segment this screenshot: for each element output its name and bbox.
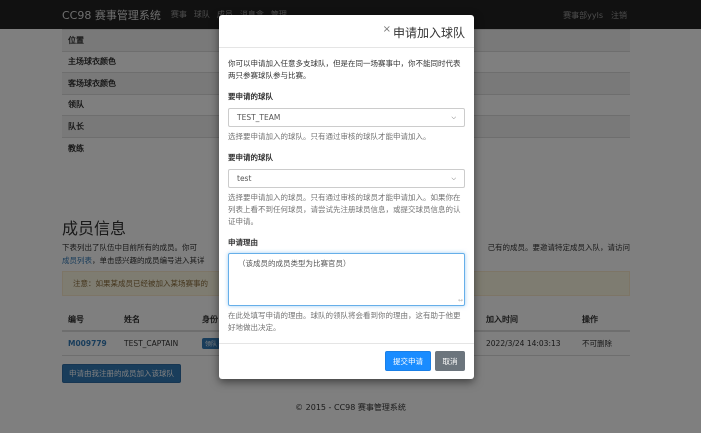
- reason-help: 在此处填写申请的理由。球队的领队将会看到你的理由，这有助于他更好地做出决定。: [228, 311, 461, 332]
- team-select-label: 要申请的球队: [228, 92, 273, 101]
- chevron-down-icon: ⌵: [451, 113, 456, 121]
- modal-title-wrap: × 申请加入球队: [383, 24, 465, 41]
- member-select-help: 选择要申请加入的球员。只有通过审核的球员才能申请加入。如果你在列表上看不到任何球…: [228, 193, 461, 226]
- modal-footer: 提交申请 取消: [219, 343, 474, 379]
- join-team-modal: × 申请加入球队 你可以申请加入任意多支球队，但是在同一场赛事中，你不能同时代表…: [219, 15, 474, 379]
- cancel-button[interactable]: 取消: [435, 351, 465, 371]
- team-select-help: 选择要申请加入的球队。只有通过审核的球队才能申请加入。: [228, 132, 431, 141]
- modal-intro-text: 你可以申请加入任意多支球队，但是在同一场赛事中，你不能同时代表两只参赛球队参与比…: [228, 59, 461, 80]
- reason-textarea[interactable]: （该成员的成员类型为比赛官员） ⇿: [228, 253, 465, 306]
- modal-header: × 申请加入球队: [219, 15, 474, 48]
- member-select-label: 要申请的球队: [228, 153, 273, 162]
- team-select-value: TEST_TEAM: [237, 113, 281, 122]
- reason-label: 申请理由: [228, 238, 258, 247]
- team-select[interactable]: TEST_TEAM ⌵: [228, 108, 465, 127]
- close-icon[interactable]: ×: [383, 24, 391, 35]
- modal-title: 申请加入球队: [392, 26, 465, 40]
- submit-application-button[interactable]: 提交申请: [385, 351, 431, 371]
- reason-textarea-value: （该成员的成员类型为比赛官员）: [238, 259, 351, 268]
- member-select-value: test: [237, 174, 252, 183]
- modal-body: 你可以申请加入任意多支球队，但是在同一场赛事中，你不能同时代表两只参赛球队参与比…: [219, 48, 474, 334]
- resize-grip-icon[interactable]: ⇿: [458, 297, 463, 304]
- member-select[interactable]: test ⌵: [228, 169, 465, 188]
- chevron-down-icon: ⌵: [451, 174, 456, 182]
